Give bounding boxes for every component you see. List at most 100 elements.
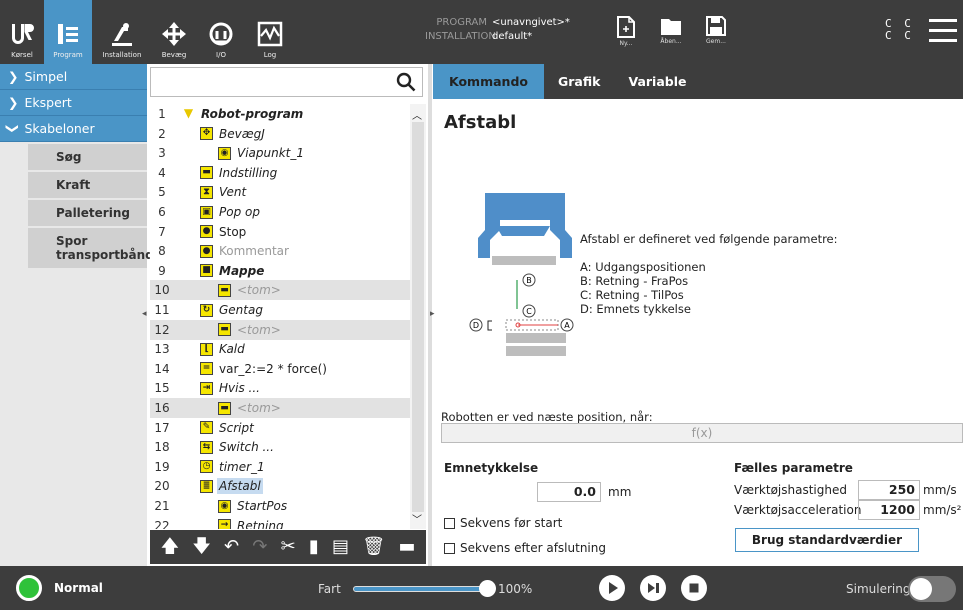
tree-node[interactable]: 6 ▣ Pop op <box>150 202 413 222</box>
delete-icon[interactable]: 🗑 <box>362 537 385 557</box>
redo-icon[interactable]: ↷ <box>252 537 267 557</box>
speed-slider[interactable] <box>353 586 485 592</box>
nav-io[interactable]: I/O <box>196 0 246 64</box>
nav-move[interactable]: Bevæg <box>152 0 196 64</box>
scroll-down-icon[interactable]: ﹀ <box>412 511 422 526</box>
robot-status-icon[interactable] <box>16 575 42 601</box>
node-type-icon: ⇆ <box>200 440 213 454</box>
section-simple[interactable]: ❯ Simpel <box>0 64 147 90</box>
line-number: 8 <box>158 244 166 259</box>
search-icon[interactable] <box>396 72 416 92</box>
template-palletizing[interactable]: Palletering <box>28 200 147 226</box>
param-c: C: Retning - TilPos <box>580 288 684 302</box>
node-label: <tom> <box>237 401 281 415</box>
section-expert[interactable]: ❯ Ekspert <box>0 90 147 116</box>
suppress-icon[interactable]: ▬ <box>398 537 415 557</box>
tree-node[interactable]: 3 ◉ Viapunkt_1 <box>150 143 413 163</box>
tab-command[interactable]: Kommando <box>433 64 544 99</box>
speed-slider-handle[interactable] <box>479 580 496 597</box>
chevron-right-icon: ❯ <box>8 95 19 110</box>
node-type-icon: ● <box>200 225 213 239</box>
open-button[interactable]: Åben... <box>651 16 691 45</box>
stop-button[interactable] <box>681 575 707 601</box>
tree-node[interactable]: 11 ↻ Gentag <box>150 300 413 320</box>
step-button[interactable] <box>640 575 666 601</box>
line-number: 18 <box>154 440 170 455</box>
sequence-before-checkbox[interactable]: Sekvens før start <box>444 516 562 530</box>
tree-scrollbar[interactable]: ︿ ﹀ <box>410 104 426 529</box>
line-number: 2 <box>158 126 166 141</box>
tab-variables[interactable]: Variable <box>614 64 700 99</box>
next-position-expression[interactable]: f(x) <box>441 423 963 443</box>
tree-node[interactable]: 16 ▬ <tom> <box>150 398 413 418</box>
simulation-toggle[interactable] <box>908 576 956 602</box>
installation-icon <box>112 23 132 46</box>
arrow-down-icon[interactable]: 🡇 <box>192 537 211 557</box>
template-force[interactable]: Kraft <box>28 172 147 198</box>
template-conveyor[interactable]: Spor transportbånd <box>28 228 154 268</box>
tree-node[interactable]: 4 ▬ Indstilling <box>150 163 413 183</box>
scroll-thumb[interactable] <box>412 122 424 512</box>
tree-node[interactable]: 19 ◷ timer_1 <box>150 457 413 477</box>
scroll-up-icon[interactable]: ︿ <box>412 107 422 122</box>
tree-node[interactable]: 18 ⇆ Switch ... <box>150 437 413 457</box>
top-bar: Kørsel Program Installation Bevæg I/O Lo… <box>0 0 963 64</box>
tree-node[interactable]: 20 ≣ Afstabl <box>150 476 413 496</box>
tool-speed-input[interactable]: 250 <box>858 480 920 500</box>
nav-program[interactable]: Program <box>44 0 92 64</box>
play-button[interactable] <box>599 575 625 601</box>
use-defaults-button[interactable]: Brug standardværdier <box>735 528 919 552</box>
tree-node[interactable]: 22 → Retning <box>150 516 413 529</box>
save-button[interactable]: Gem... <box>696 16 736 45</box>
tree-node[interactable]: 15 ⇥ Hvis ... <box>150 378 413 398</box>
tree-node[interactable]: 12 ▬ <tom> <box>150 319 413 340</box>
expand-right-icon[interactable]: ▸ <box>430 309 435 319</box>
tree-node[interactable]: 9 ■ Mappe <box>150 261 413 281</box>
tree-node[interactable]: 7 ● Stop <box>150 222 413 242</box>
node-type-icon: = <box>200 362 213 376</box>
paste-icon[interactable]: ▤ <box>332 537 349 557</box>
nav-log[interactable]: Log <box>246 0 294 64</box>
thickness-input[interactable]: 0.0 <box>537 482 601 502</box>
node-label: Afstabl <box>217 478 263 495</box>
program-node-sidebar: ❯ Simpel ❯ Ekspert ❯ Skabeloner Søg Kraft P… <box>0 64 154 566</box>
log-icon <box>257 21 283 47</box>
hamburger-menu-icon[interactable] <box>929 19 957 45</box>
search-input[interactable] <box>151 68 391 96</box>
sequence-after-checkbox[interactable]: Sekvens efter afslutning <box>444 541 606 555</box>
line-number: 9 <box>158 263 166 278</box>
arrow-up-icon[interactable]: 🡅 <box>161 537 180 557</box>
undo-icon[interactable]: ↶ <box>224 537 239 557</box>
cc-row-2: C C <box>885 29 914 42</box>
checkbox-after-box[interactable] <box>444 542 455 554</box>
tree-node[interactable]: 14 = var_2:=2 * force() <box>150 359 413 379</box>
tool-acc-input[interactable]: 1200 <box>858 500 920 520</box>
copy-icon[interactable]: ▮ <box>309 537 319 557</box>
line-number: 14 <box>154 361 170 376</box>
checkbox-before-box[interactable] <box>444 517 455 529</box>
tree-node[interactable]: 1 ▼ Robot-program <box>150 104 413 124</box>
node-type-icon: ✥ <box>200 127 213 141</box>
tree-node[interactable]: 13 ⌊ Kald <box>150 339 413 359</box>
command-tabs: Kommando Grafik Variable <box>433 64 963 99</box>
tree-node[interactable]: 21 ◉ StartPos <box>150 496 413 516</box>
section-templates[interactable]: ❯ Skabeloner <box>0 116 147 142</box>
tree-node[interactable]: 2 ✥ BevægJ <box>150 124 413 144</box>
tree-node[interactable]: 5 ⧗ Vent <box>150 182 413 202</box>
new-button[interactable]: Ny... <box>606 16 646 47</box>
nav-installation[interactable]: Installation <box>92 0 152 64</box>
collapse-left-icon[interactable]: ◂ <box>142 309 147 319</box>
cut-icon[interactable]: ✂ <box>281 537 296 557</box>
tree-node[interactable]: 17 ✎ Script <box>150 418 413 438</box>
new-file-icon <box>617 16 635 38</box>
speed-label: Fart <box>318 582 341 596</box>
node-type-icon: ● <box>200 244 213 258</box>
node-label: Mappe <box>219 263 265 278</box>
tree-node[interactable]: 10 ▬ <tom> <box>150 280 413 301</box>
template-search[interactable]: Søg <box>28 144 147 170</box>
tab-graphics[interactable]: Grafik <box>544 64 614 99</box>
params-intro: Afstabl er defineret ved følgende parame… <box>580 232 838 246</box>
nav-run[interactable]: Kørsel <box>0 0 44 64</box>
nav-move-label: Bevæg <box>161 51 187 59</box>
tree-node[interactable]: 8 ● Kommentar <box>150 241 413 261</box>
